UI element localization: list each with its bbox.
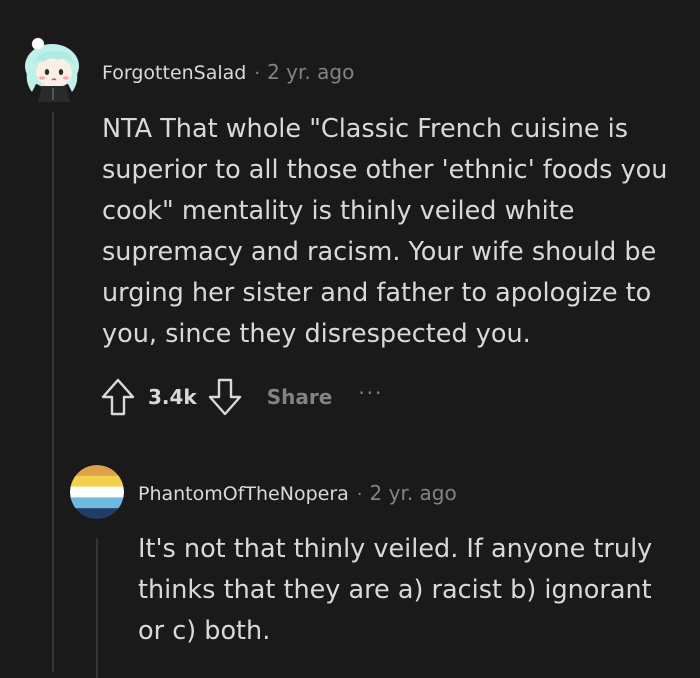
meta-separator: · (254, 63, 261, 84)
reply-age[interactable]: 2 yr. ago (370, 481, 457, 505)
reply-line: It's not that thinly veiled. If anyone t… (138, 534, 653, 564)
user-avatar[interactable] (22, 30, 82, 102)
flag-stripe (70, 475, 124, 488)
flag-stripe (70, 486, 124, 498)
reply-meta: PhantomOfTheNopera · 2 yr. ago (138, 481, 457, 505)
more-options-button[interactable]: ··· (358, 383, 383, 403)
comment-line: supremacy and racism. Your wife should b… (102, 237, 657, 267)
striped-flag-icon (70, 465, 124, 519)
vote-score: 3.4k (148, 385, 197, 409)
username[interactable]: ForgottenSalad (102, 62, 246, 84)
flag-stripe (70, 465, 124, 477)
reply-thread-line[interactable] (96, 538, 98, 678)
comment-actions: 3.4k Share ··· (100, 375, 383, 419)
avatar-character-icon (25, 37, 79, 102)
comment-body: NTA That whole "Classic French cuisine i… (102, 109, 692, 355)
comment-line: you, since they disrespected you. (102, 319, 531, 349)
comment-age[interactable]: 2 yr. ago (267, 60, 354, 84)
downvote-icon[interactable] (207, 377, 243, 417)
meta-separator: · (356, 484, 363, 505)
comment-line: urging her sister and father to apologiz… (102, 278, 652, 308)
comment-meta: ForgottenSalad · 2 yr. ago (102, 60, 354, 84)
reply-user-avatar[interactable] (70, 465, 124, 519)
flag-stripe (70, 508, 124, 519)
upvote-icon[interactable] (100, 377, 136, 417)
share-button[interactable]: Share (267, 385, 333, 409)
reply-line: thinks that they are a) racist b) ignora… (138, 575, 652, 605)
reply-line: or c) both. (138, 616, 271, 646)
comment-line: NTA That whole "Classic French cuisine i… (102, 114, 629, 144)
flag-stripe (70, 497, 124, 509)
reply-username[interactable]: PhantomOfTheNopera (138, 483, 349, 505)
thread-line[interactable] (52, 112, 54, 672)
comment-line: cook" mentality is thinly veiled white (102, 196, 575, 226)
comment-line: superior to all those other 'ethnic' foo… (102, 155, 668, 185)
reply-body: It's not that thinly veiled. If anyone t… (138, 529, 678, 652)
